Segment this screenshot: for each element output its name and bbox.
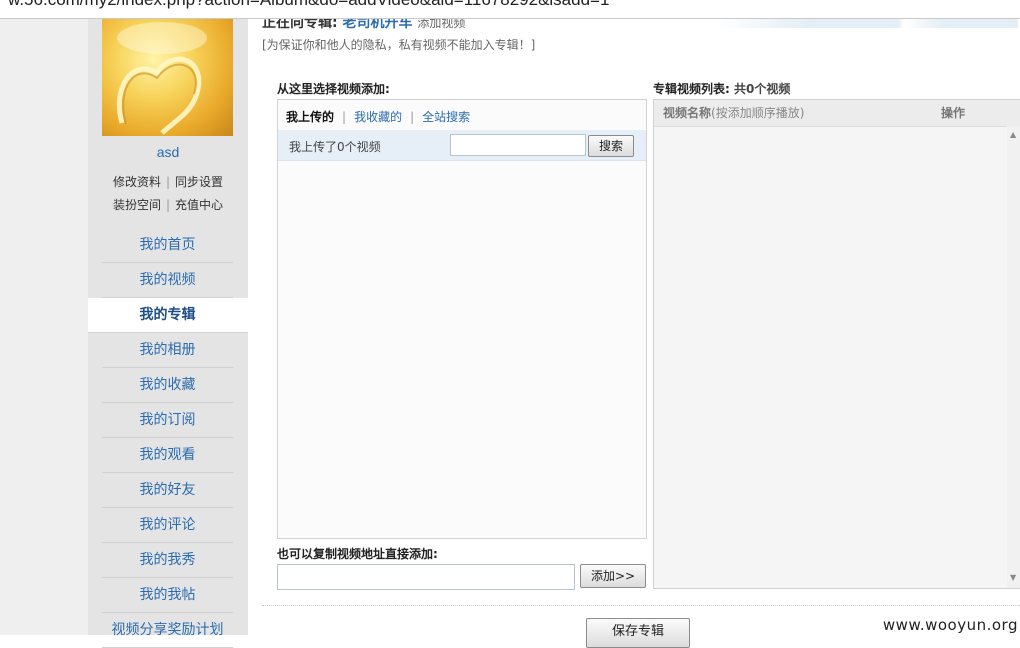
- video-url-input[interactable]: [277, 564, 575, 590]
- url-text: w.56.com/my2/index.php?action=Album&do=a…: [8, 0, 609, 9]
- sidebar-item-woxiu[interactable]: 我的我秀: [102, 543, 233, 578]
- section-divider: [262, 605, 1020, 606]
- sidebar-item-watched[interactable]: 我的观看: [102, 438, 233, 473]
- sidebar-item-reward-plan[interactable]: 视频分享奖励计划: [102, 613, 233, 648]
- tab-my-uploads[interactable]: 我上传的: [286, 110, 334, 124]
- recharge-center-link[interactable]: 充值中心: [175, 198, 223, 212]
- album-list-title-text: 专辑视频列表:: [653, 82, 730, 96]
- header-decoration: [718, 18, 1018, 28]
- watermark: www.wooyun.org: [882, 616, 1018, 634]
- link-separator: |: [165, 175, 171, 189]
- avatar[interactable]: [102, 18, 233, 136]
- search-button[interactable]: 搜索: [588, 135, 634, 157]
- sidebar-item-favorites[interactable]: 我的收藏: [102, 368, 233, 403]
- sidebar-item-posts[interactable]: 我的我帖: [102, 578, 233, 613]
- select-section-title: 从这里选择视频添加:: [277, 82, 390, 96]
- username-link[interactable]: asd: [88, 144, 248, 160]
- list-scrollbar[interactable]: ▲ ▼: [1007, 126, 1020, 588]
- column-header-action: 操作: [932, 100, 1020, 127]
- privacy-note: [为保证你和他人的隐私，私有视频不能加入专辑！]: [262, 38, 536, 52]
- album-video-list: 视频名称(按添加顺序播放) 操作 ▲ ▼: [653, 99, 1020, 589]
- sidebar-item-friends[interactable]: 我的好友: [102, 473, 233, 508]
- decorate-space-link[interactable]: 装扮空间: [113, 198, 161, 212]
- link-separator: |: [165, 198, 171, 212]
- sidebar: asd 修改资料 | 同步设置 装扮空间 | 充值中心 我的首页 我的视频 我的专辑 我…: [88, 18, 248, 648]
- sidebar-item-albums[interactable]: 我的专辑: [88, 298, 248, 333]
- save-album-button[interactable]: 保存专辑: [586, 618, 690, 648]
- add-video-button[interactable]: 添加>>: [580, 564, 646, 588]
- sidebar-item-videos[interactable]: 我的视频: [102, 263, 233, 298]
- column-name-label: 视频名称: [663, 106, 712, 120]
- copy-url-section-title: 也可以复制视频地址直接添加:: [277, 547, 438, 561]
- video-search-input[interactable]: [450, 134, 586, 156]
- profile-links-row: 修改资料 | 同步设置: [88, 173, 248, 190]
- video-select-panel: 我上传的 | 我收藏的 | 全站搜索 我上传了0个视频 搜索: [277, 99, 647, 539]
- tab-separator: |: [342, 110, 347, 124]
- column-header-name: 视频名称(按添加顺序播放): [654, 100, 940, 127]
- sidebar-item-home[interactable]: 我的首页: [102, 228, 233, 263]
- column-name-note: (按添加顺序播放): [711, 106, 805, 120]
- browser-url-bar[interactable]: w.56.com/my2/index.php?action=Album&do=a…: [0, 0, 1020, 19]
- scroll-up-arrow-icon[interactable]: ▲: [1010, 130, 1016, 139]
- upload-count-text: 我上传了0个视频: [289, 140, 381, 154]
- space-links-row: 装扮空间 | 充值中心: [88, 196, 248, 213]
- tab-separator: |: [410, 110, 415, 124]
- upload-filter-row: 我上传了0个视频 搜索: [278, 130, 646, 161]
- tab-my-favorites[interactable]: 我收藏的: [354, 110, 402, 124]
- sidebar-menu: 我的首页 我的视频 我的专辑 我的相册 我的收藏 我的订阅 我的观看 我的好友 …: [88, 228, 248, 648]
- album-list-title: 专辑视频列表: 共0个视频: [653, 80, 790, 97]
- column-action-label: 操作: [941, 106, 966, 120]
- main-content: 正在向专辑: 老司机开车 添加视频 [为保证你和他人的隐私，私有视频不能加入专辑…: [248, 15, 1020, 648]
- sync-settings-link[interactable]: 同步设置: [175, 175, 223, 189]
- album-video-count: 共0个视频: [734, 82, 791, 96]
- sidebar-item-subscriptions[interactable]: 我的订阅: [102, 403, 233, 438]
- tab-site-search[interactable]: 全站搜索: [422, 110, 470, 124]
- edit-profile-link[interactable]: 修改资料: [113, 175, 161, 189]
- sidebar-item-photos[interactable]: 我的相册: [102, 333, 233, 368]
- sidebar-item-comments[interactable]: 我的评论: [102, 508, 233, 543]
- page-left-margin: [0, 18, 88, 635]
- video-source-tabs: 我上传的 | 我收藏的 | 全站搜索: [286, 108, 470, 125]
- scroll-down-arrow-icon[interactable]: ▼: [1010, 573, 1016, 582]
